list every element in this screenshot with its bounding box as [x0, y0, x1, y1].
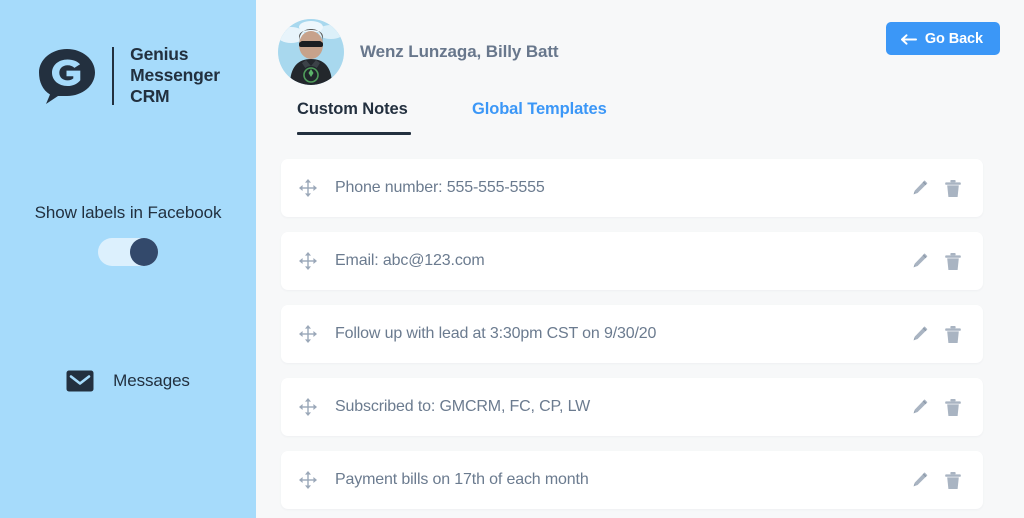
go-back-button[interactable]: Go Back: [885, 22, 1000, 55]
main-content: Wenz Lunzaga, Billy Batt Go Back Custom …: [256, 0, 1024, 518]
pencil-icon[interactable]: [911, 252, 929, 271]
brand-line-1: Genius: [130, 44, 189, 64]
move-arrows-icon[interactable]: [299, 398, 317, 416]
trash-icon[interactable]: [944, 471, 962, 490]
move-arrows-icon[interactable]: [299, 252, 317, 270]
table-row[interactable]: Subscribed to: GMCRM, FC, CP, LW: [281, 378, 983, 436]
tab-bar: Custom Notes Global Templates: [256, 100, 1024, 144]
move-arrows-icon[interactable]: [299, 179, 317, 197]
tab-custom-notes[interactable]: Custom Notes: [297, 100, 408, 119]
move-arrows-icon[interactable]: [299, 471, 317, 489]
envelope-icon: [66, 370, 94, 392]
arrow-left-icon: [900, 33, 917, 45]
avatar: [278, 19, 344, 85]
tab-global-templates[interactable]: Global Templates: [472, 100, 607, 119]
contact-name: Wenz Lunzaga, Billy Batt: [360, 42, 559, 61]
pencil-icon[interactable]: [911, 179, 929, 198]
row-actions: [911, 471, 962, 490]
brand-line-3: CRM: [130, 86, 170, 106]
note-text: Follow up with lead at 3:30pm CST on 9/3…: [335, 325, 657, 342]
speech-bubble-g-logo-icon: [36, 47, 98, 105]
note-text: Subscribed to: GMCRM, FC, CP, LW: [335, 398, 591, 415]
trash-icon[interactable]: [944, 179, 962, 198]
sidebar: Genius Messenger CRM Show labels in Face…: [0, 0, 256, 518]
table-row[interactable]: Phone number: 555-555-5555: [281, 159, 983, 217]
brand-line-2: Messenger: [130, 65, 220, 85]
row-actions: [911, 398, 962, 417]
note-text: Email: abc@123.com: [335, 252, 485, 269]
note-text: Phone number: 555-555-5555: [335, 179, 545, 196]
brand-logo: Genius Messenger CRM: [0, 44, 256, 107]
sidebar-item-messages[interactable]: Messages: [0, 370, 256, 392]
row-actions: [911, 252, 962, 271]
trash-icon[interactable]: [944, 252, 962, 271]
trash-icon[interactable]: [944, 398, 962, 417]
sidebar-item-label: Messages: [113, 371, 190, 390]
table-row[interactable]: Follow up with lead at 3:30pm CST on 9/3…: [281, 305, 983, 363]
active-tab-indicator: [297, 132, 411, 135]
move-arrows-icon[interactable]: [299, 325, 317, 343]
go-back-label: Go Back: [924, 30, 983, 47]
trash-icon[interactable]: [944, 325, 962, 344]
notes-list: Phone number: 555-555-5555 Email: abc@12…: [281, 159, 983, 518]
show-labels-toggle[interactable]: [98, 238, 158, 266]
app-root: Genius Messenger CRM Show labels in Face…: [0, 0, 1024, 518]
brand-divider: [112, 46, 115, 105]
contact-header: Wenz Lunzaga, Billy Batt Go Back: [256, 0, 1024, 90]
table-row[interactable]: Payment bills on 17th of each month: [281, 451, 983, 509]
pencil-icon[interactable]: [911, 325, 929, 344]
toggle-knob: [130, 238, 158, 266]
pencil-icon[interactable]: [911, 398, 929, 417]
brand-wordmark: Genius Messenger CRM: [130, 44, 220, 107]
note-text: Payment bills on 17th of each month: [335, 471, 589, 488]
show-labels-setting: Show labels in Facebook: [0, 203, 256, 266]
row-actions: [911, 325, 962, 344]
show-labels-label: Show labels in Facebook: [34, 203, 222, 222]
table-row[interactable]: Email: abc@123.com: [281, 232, 983, 290]
pencil-icon[interactable]: [911, 471, 929, 490]
row-actions: [911, 179, 962, 198]
